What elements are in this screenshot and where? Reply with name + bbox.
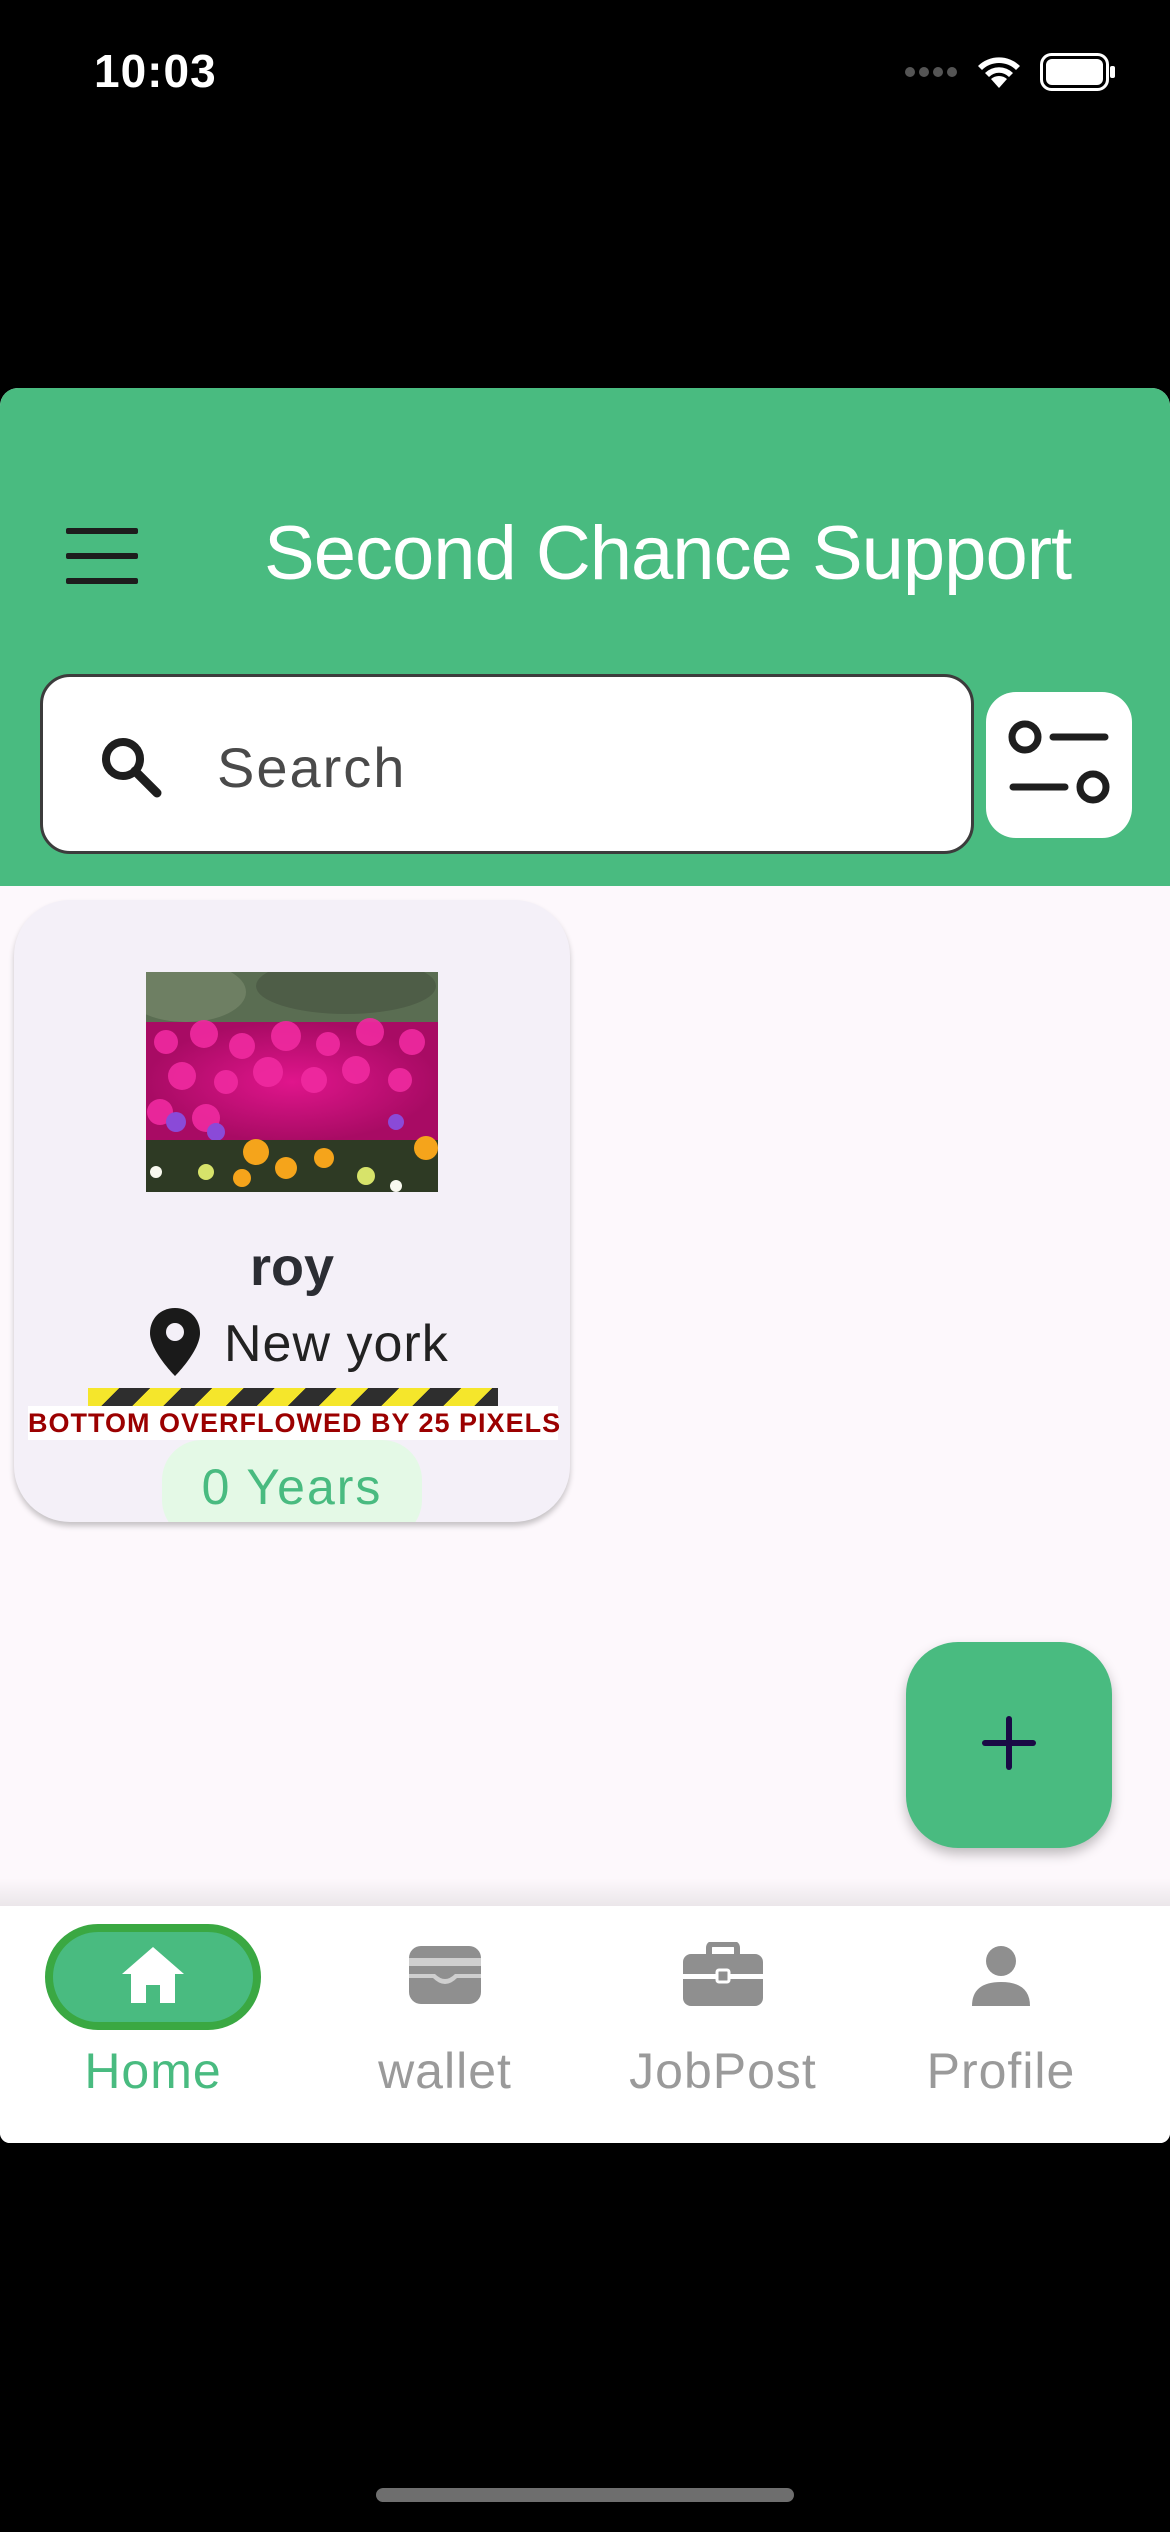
experience-badge: 0 Years: [162, 1440, 422, 1522]
search-icon: [95, 731, 167, 803]
overflow-warning-label: BOTTOM OVERFLOWED BY 25 PIXELS: [28, 1406, 562, 1440]
wallet-icon: [407, 1944, 483, 2011]
overflow-warning-stripe: [88, 1388, 498, 1406]
filter-toggle-icon: [1005, 715, 1113, 816]
profile-photo: [146, 972, 438, 1192]
status-icons: [904, 52, 1116, 96]
location-text: New york: [224, 1315, 449, 1373]
nav-item-profile[interactable]: Profile: [862, 1906, 1140, 2143]
briefcase-icon: [681, 1940, 765, 2013]
wifi-icon: [976, 54, 1022, 95]
bottom-nav-shadow: [0, 1878, 1170, 1908]
nav-label-wallet: wallet: [378, 2043, 512, 2099]
person-icon: [970, 1944, 1032, 2011]
search-box[interactable]: [40, 674, 974, 854]
app-bar: Second Chance Support: [0, 388, 1170, 886]
hamburger-icon-line: [66, 578, 138, 584]
bottom-nav: Home wallet JobPost Profile: [0, 1906, 1170, 2143]
profile-card[interactable]: roy New york 0 Years BOTTOM OVERFLOWED B…: [14, 900, 570, 1522]
cellular-signal-icon: [904, 65, 958, 83]
nav-label-home: Home: [84, 2043, 222, 2099]
nav-jobpost-indicator: [615, 1924, 831, 2030]
battery-icon: [1040, 52, 1116, 96]
app-screen: Second Chance Support Search roy New yor…: [0, 388, 1170, 2143]
nav-label-profile: Profile: [926, 2043, 1076, 2099]
profile-name: roy: [249, 1237, 335, 1297]
profile-location: New york: [148, 1306, 449, 1383]
nav-item-wallet[interactable]: wallet: [306, 1906, 584, 2143]
hamburger-icon-line: [66, 553, 138, 559]
status-bar: 10:03: [0, 0, 1170, 150]
nav-item-home[interactable]: Home: [0, 1906, 306, 2143]
home-indicator-bar[interactable]: [376, 2488, 794, 2502]
hamburger-icon-line: [66, 528, 138, 534]
status-time: 10:03: [94, 45, 217, 97]
nav-profile-indicator: [893, 1924, 1109, 2030]
nav-label-jobpost: JobPost: [629, 2043, 817, 2099]
location-pin-icon: [148, 1306, 202, 1383]
home-icon: [118, 1944, 188, 2011]
plus-icon: [981, 1715, 1037, 1776]
nav-wallet-indicator: [337, 1924, 553, 2030]
menu-button[interactable]: [66, 528, 138, 584]
search-input[interactable]: [217, 717, 917, 817]
nav-item-jobpost[interactable]: JobPost: [584, 1906, 862, 2143]
filter-button[interactable]: [986, 692, 1132, 838]
add-button[interactable]: [906, 1642, 1112, 1848]
nav-home-indicator: [45, 1924, 261, 2030]
page-title: Second Chance Support: [264, 511, 1072, 596]
